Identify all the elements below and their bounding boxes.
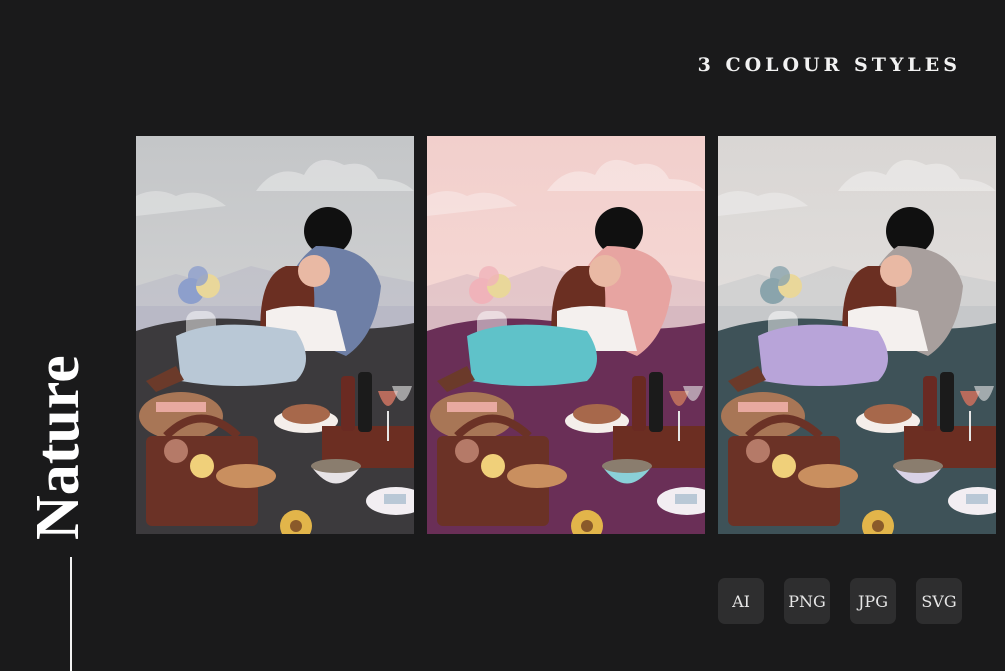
illustration-2 <box>427 136 705 534</box>
panel-style-3 <box>718 136 996 534</box>
headline: 3 COLOUR STYLES <box>697 54 961 76</box>
format-badges: AI PNG JPG SVG <box>718 578 962 624</box>
format-badge-svg: SVG <box>916 578 962 624</box>
panel-style-1 <box>136 136 414 534</box>
side-divider <box>70 557 72 671</box>
side-title: Nature <box>24 355 92 540</box>
illustration-3 <box>718 136 996 534</box>
format-badge-jpg: JPG <box>850 578 896 624</box>
panel-style-2 <box>427 136 705 534</box>
format-badge-ai: AI <box>718 578 764 624</box>
illustration-1 <box>136 136 414 534</box>
format-badge-png: PNG <box>784 578 830 624</box>
